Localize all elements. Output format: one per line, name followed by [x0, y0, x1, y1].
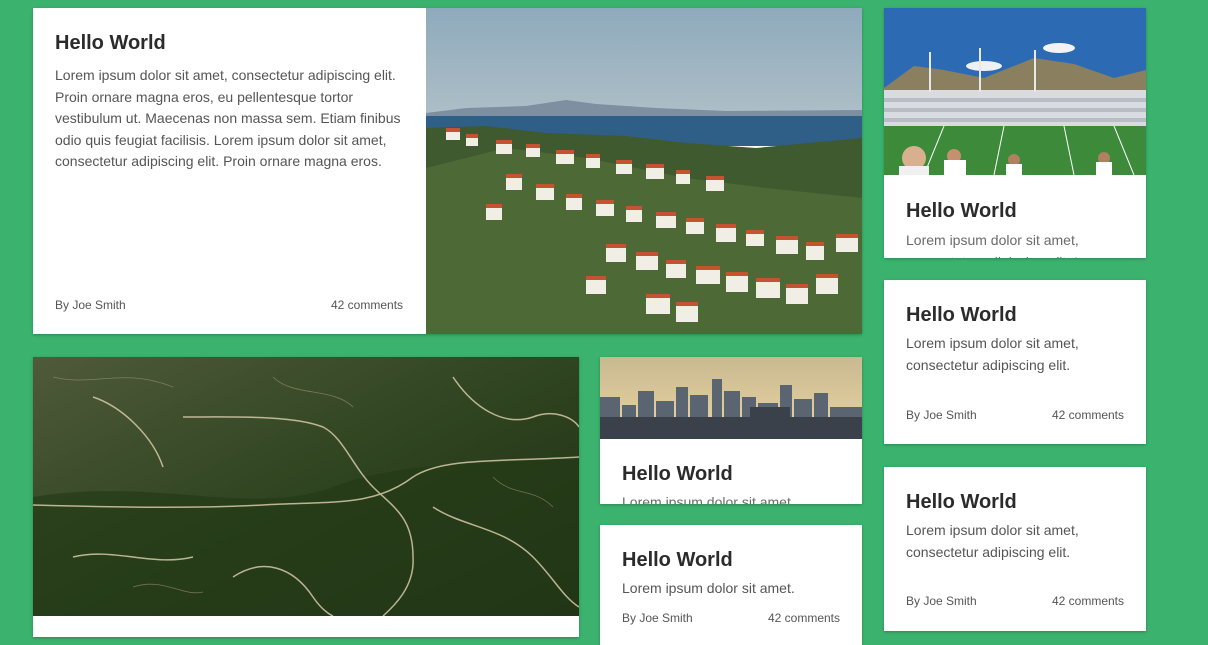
card-comments-link[interactable]: 42 comments: [768, 611, 840, 625]
card-content: Hello World Lorem ipsum dolor sit amet, …: [55, 32, 407, 173]
card-excerpt: Lorem ipsum dolor sit amet, consectetur …: [55, 67, 401, 169]
card-title[interactable]: Hello World: [55, 32, 407, 55]
card-title[interactable]: Hello World: [906, 200, 1128, 223]
article-card-aerial[interactable]: [33, 357, 579, 637]
card-title[interactable]: Hello World: [906, 304, 1128, 327]
card-excerpt: Lorem ipsum dolor sit amet, consectetur …: [906, 232, 1114, 258]
article-card-city[interactable]: Hello World Lorem ipsum dolor sit amet, …: [600, 357, 862, 504]
card-author[interactable]: By Joe Smith: [55, 298, 126, 312]
card-comments-link[interactable]: 42 comments: [1052, 408, 1124, 422]
card-excerpt: Lorem ipsum dolor sit amet, consectetur …: [906, 522, 1079, 560]
card-comments-link[interactable]: 42 comments: [1052, 594, 1124, 608]
article-card[interactable]: Hello World Lorem ipsum dolor sit amet. …: [600, 525, 862, 645]
article-card[interactable]: Hello World Lorem ipsum dolor sit amet, …: [884, 280, 1146, 444]
card-title[interactable]: Hello World: [906, 491, 1128, 514]
card-author[interactable]: By Joe Smith: [906, 594, 977, 608]
card-content: Hello World Lorem ipsum dolor sit amet.: [622, 549, 844, 600]
card-excerpt: Lorem ipsum dolor sit amet, consectetur …: [906, 335, 1079, 373]
city-skyline-image[interactable]: [600, 357, 862, 439]
card-content: Hello World Lorem ipsum dolor sit amet, …: [622, 463, 844, 504]
card-content: Hello World Lorem ipsum dolor sit amet, …: [906, 304, 1128, 376]
article-card[interactable]: Hello World Lorem ipsum dolor sit amet, …: [884, 467, 1146, 631]
card-content: Hello World Lorem ipsum dolor sit amet, …: [906, 200, 1128, 258]
card-comments-link[interactable]: 42 comments: [331, 298, 403, 312]
aerial-landscape-image[interactable]: [33, 357, 579, 616]
article-card-stadium[interactable]: Hello World Lorem ipsum dolor sit amet, …: [884, 8, 1146, 258]
stadium-image[interactable]: [884, 8, 1146, 175]
coastal-town-image[interactable]: [426, 8, 862, 334]
article-card-featured[interactable]: Hello World Lorem ipsum dolor sit amet, …: [33, 8, 862, 334]
card-excerpt: Lorem ipsum dolor sit amet.: [622, 580, 795, 596]
card-content: Hello World Lorem ipsum dolor sit amet, …: [906, 491, 1128, 563]
card-title[interactable]: Hello World: [622, 463, 844, 486]
card-author[interactable]: By Joe Smith: [622, 611, 693, 625]
card-title[interactable]: Hello World: [622, 549, 844, 572]
card-excerpt: Lorem ipsum dolor sit amet, consectetur …: [622, 494, 795, 504]
card-author[interactable]: By Joe Smith: [906, 408, 977, 422]
